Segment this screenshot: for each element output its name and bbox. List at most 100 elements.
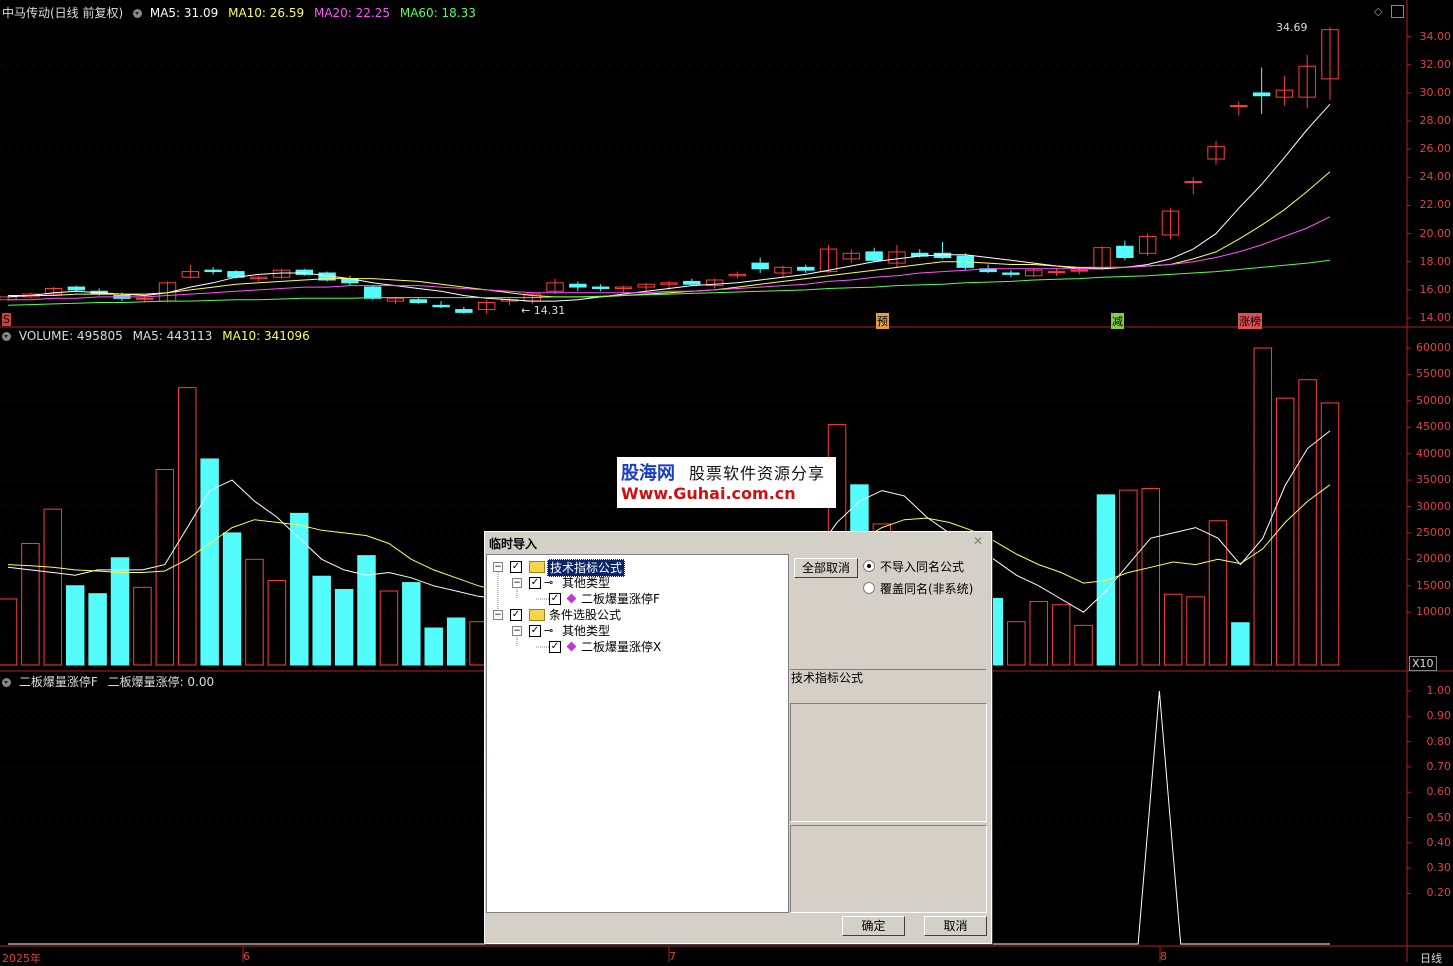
price-tick-label: 16.00 <box>1419 282 1452 296</box>
indicator-tick-label: 0.70 <box>1426 759 1452 773</box>
checkbox-checked[interactable]: ✓ <box>549 641 561 653</box>
folder-icon <box>529 609 545 621</box>
collapse-icon[interactable]: − <box>512 578 522 588</box>
volume-bar <box>1074 624 1093 666</box>
volume-bar <box>1051 604 1071 666</box>
checkbox-checked[interactable]: ✓ <box>529 577 541 589</box>
radio-no-import[interactable] <box>863 560 875 572</box>
scale-note: X10 <box>1409 656 1437 671</box>
high-price-label: 34.69 <box>1276 21 1308 34</box>
checkbox-checked[interactable]: ✓ <box>510 609 522 621</box>
volume-bar <box>1275 397 1295 666</box>
volume-bar <box>402 582 421 666</box>
volume-tick-label: 10000 <box>1416 605 1451 619</box>
dropdown-icon[interactable] <box>133 9 143 18</box>
checkbox-checked[interactable]: ✓ <box>549 593 561 605</box>
radio-no-import-label[interactable]: 不导入同名公式 <box>880 558 964 575</box>
price-tick-label: 26.00 <box>1419 142 1452 156</box>
candle-body <box>1252 92 1271 97</box>
volume-bar <box>1007 621 1026 666</box>
selected-formula-label: 技术指标公式 <box>791 671 864 685</box>
volume-bar <box>43 508 63 666</box>
indicator-tick-label: 0.60 <box>1426 785 1452 799</box>
volume-ma10-label: MA10: 341096 <box>222 329 310 343</box>
close-icon[interactable]: ✕ <box>971 534 985 548</box>
volume-bar <box>133 586 152 666</box>
volume-bar <box>290 512 309 666</box>
indicator-tick-label: 0.30 <box>1426 861 1452 875</box>
volume-bar <box>110 557 130 666</box>
price-tick-label: 18.00 <box>1419 254 1452 268</box>
event-marker-s[interactable]: S <box>2 313 11 326</box>
details-box <box>790 825 987 913</box>
ma60-label: MA60: 18.33 <box>399 6 476 20</box>
cancel-all-button[interactable]: 全部取消 <box>794 558 858 578</box>
price-tick-label: 22.00 <box>1419 198 1452 212</box>
folder-icon <box>529 561 545 573</box>
volume-bar <box>446 617 466 666</box>
volume-bar <box>1119 489 1138 666</box>
formula-tree[interactable]: − ✓ 技术指标公式 − ✓ ⊸ 其他类型 ✓ 二板爆量涨停F − ✓ 条件选股… <box>486 554 789 913</box>
candle-body <box>1116 245 1134 259</box>
volume-tick-label: 20000 <box>1416 552 1451 566</box>
event-marker-forecast[interactable]: 预 <box>876 313 889 329</box>
ma10-label: MA10: 26.59 <box>228 6 305 20</box>
indicator-tick-label: 0.90 <box>1426 709 1452 723</box>
checkbox-checked[interactable]: ✓ <box>529 625 541 637</box>
checkbox-checked[interactable]: ✓ <box>510 561 522 573</box>
event-marker-top-gainers[interactable]: 涨榜 <box>1238 313 1262 329</box>
watermark-url: Www.Guhai.com.cn <box>621 484 796 503</box>
x-label-year: 2025年 <box>2 952 41 965</box>
volume-bar <box>1320 402 1340 666</box>
volume-bar <box>267 579 287 666</box>
volume-tick-label: 40000 <box>1416 446 1451 460</box>
candle-body <box>591 286 610 289</box>
watermark-banner: 股海网 股票软件资源分享 Www.Guhai.com.cn <box>617 457 836 508</box>
x-label-month-7: 7 <box>669 950 676 963</box>
volume-bar <box>1231 622 1250 666</box>
dialog-titlebar[interactable]: 临时导入 ✕ <box>485 532 989 552</box>
candle-body <box>1184 181 1202 184</box>
collapse-icon[interactable]: − <box>493 562 503 572</box>
x-label-month-6: 6 <box>243 950 250 963</box>
candle-body <box>204 269 222 273</box>
watermark-brand: 股海网 <box>621 463 675 484</box>
dropdown-icon[interactable] <box>2 332 11 341</box>
price-tick-label: 14.00 <box>1419 311 1452 324</box>
cancel-button[interactable]: 取消 <box>924 916 987 936</box>
volume-bar <box>1298 379 1317 666</box>
volume-bar <box>424 627 443 666</box>
diamond-icon[interactable]: ◇ <box>1374 5 1382 18</box>
maximize-icon[interactable] <box>1391 5 1404 18</box>
ma-line-ma10 <box>8 171 1331 298</box>
volume-bar <box>1163 593 1183 666</box>
price-tick-label: 32.00 <box>1419 57 1452 71</box>
volume-bar <box>1029 601 1048 666</box>
collapse-icon[interactable]: − <box>512 626 522 636</box>
candle-body <box>67 286 86 291</box>
period-label[interactable]: 日线 <box>1420 950 1442 966</box>
indicator-tick-label: 0.80 <box>1426 734 1452 748</box>
collapse-icon[interactable]: − <box>493 610 503 620</box>
dropdown-icon[interactable] <box>2 678 11 687</box>
radio-overwrite[interactable] <box>863 582 875 594</box>
candle-body <box>569 283 587 288</box>
ok-button[interactable]: 确定 <box>842 916 905 936</box>
indicator-header: 二板爆量涨停F 二板爆量涨停: 0.00 <box>2 673 220 690</box>
candle-body <box>409 299 427 304</box>
volume-bar <box>379 590 399 666</box>
candle-body <box>797 266 815 271</box>
volume-bar <box>200 458 219 666</box>
ma20-label: MA20: 22.25 <box>313 6 391 20</box>
indicator-value: 二板爆量涨停: 0.00 <box>107 675 215 689</box>
candle-body <box>1002 272 1020 275</box>
candle-body <box>1047 271 1066 274</box>
volume-header: VOLUME: 495805 MA5: 443113 MA10: 341096 <box>2 329 316 343</box>
radio-overwrite-label[interactable]: 覆盖同名(非系统) <box>880 580 973 597</box>
indicator-tick-label: 0.20 <box>1426 886 1452 900</box>
price-tick-label: 24.00 <box>1419 170 1452 184</box>
event-marker-reduce[interactable]: 减 <box>1111 313 1124 329</box>
volume-bar <box>88 593 107 666</box>
stock-name[interactable]: 中马传动(日线 前复权) <box>2 6 123 20</box>
volume-bar <box>1208 520 1228 666</box>
